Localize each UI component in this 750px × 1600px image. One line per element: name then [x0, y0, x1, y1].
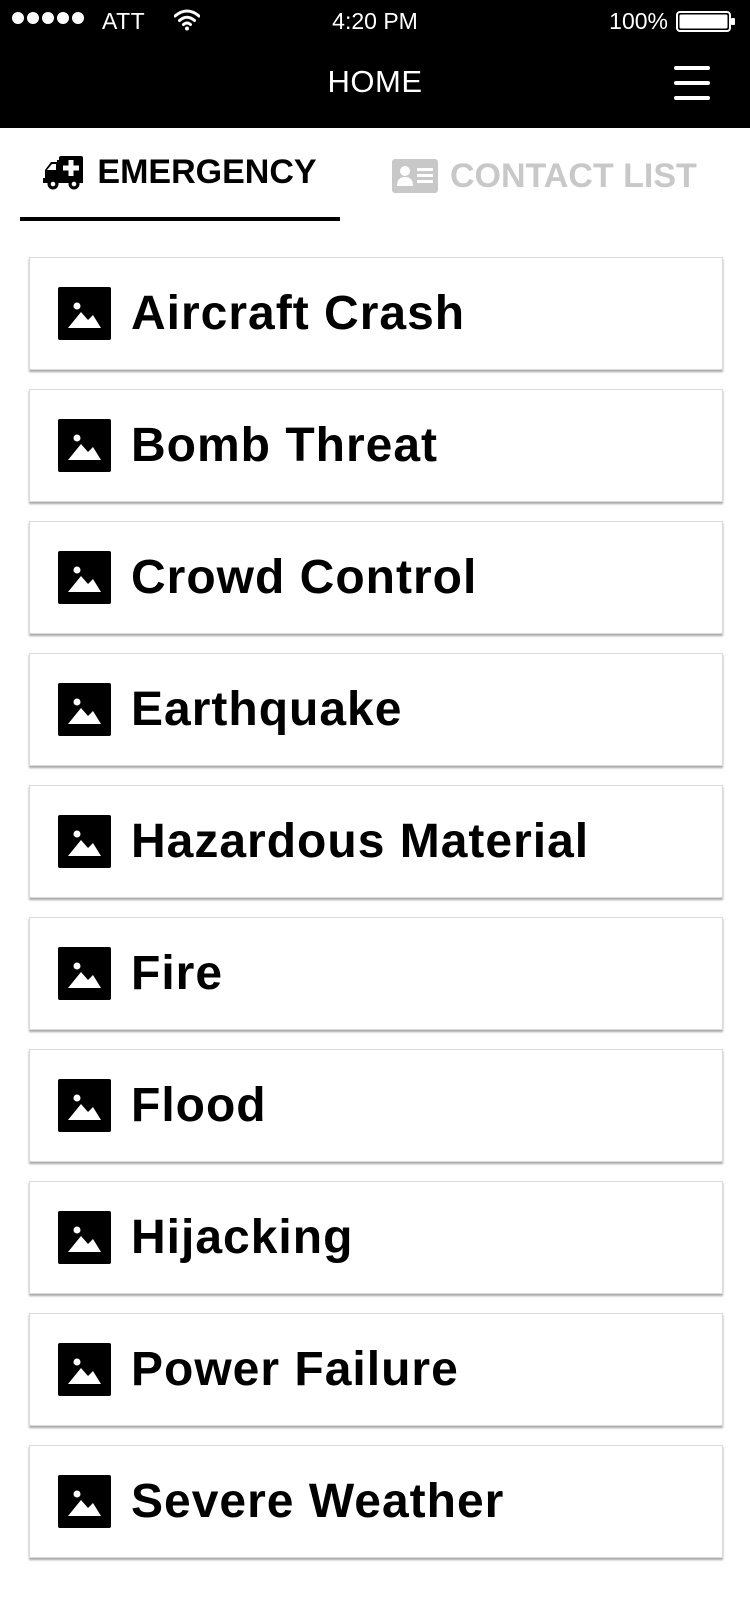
emergency-item-hijacking[interactable]: Hijacking [29, 1181, 723, 1294]
emergency-label: Power Failure [131, 1343, 459, 1396]
emergency-label: Aircraft Crash [131, 287, 466, 340]
tab-contact-list[interactable]: CONTACT LIST [392, 128, 712, 224]
image-icon [58, 287, 111, 340]
tab-emergency[interactable]: EMERGENCY [20, 128, 340, 221]
image-icon [58, 551, 111, 604]
emergency-label: Severe Weather [131, 1475, 505, 1528]
image-icon [58, 419, 111, 472]
tab-bar: EMERGENCY CONTACT LIST [0, 128, 750, 224]
emergency-label: Hazardous Material [131, 815, 590, 868]
emergency-item-aircraft-crash[interactable]: Aircraft Crash [29, 257, 723, 370]
emergency-label: Flood [131, 1079, 267, 1132]
emergency-label: Crowd Control [131, 551, 478, 604]
image-icon [58, 1211, 111, 1264]
emergency-list: Aircraft Crash Bomb Threat Crowd Control… [29, 257, 723, 1577]
emergency-label: Hijacking [131, 1211, 354, 1264]
image-icon [58, 1475, 111, 1528]
menu-button[interactable] [674, 66, 710, 100]
hamburger-icon [674, 66, 710, 70]
emergency-item-power-failure[interactable]: Power Failure [29, 1313, 723, 1426]
emergency-label: Earthquake [131, 683, 403, 736]
top-bar: ATT 4:20 PM 100% HOME [0, 0, 750, 128]
emergency-label: Fire [131, 947, 224, 1000]
emergency-item-hazardous-material[interactable]: Hazardous Material [29, 785, 723, 898]
status-bar: ATT 4:20 PM 100% [0, 0, 750, 44]
image-icon [58, 1079, 111, 1132]
emergency-item-earthquake[interactable]: Earthquake [29, 653, 723, 766]
emergency-item-fire[interactable]: Fire [29, 917, 723, 1030]
tab-emergency-label: EMERGENCY [97, 153, 317, 191]
page-title: HOME [327, 64, 423, 99]
battery-percentage: 100% [609, 8, 668, 34]
emergency-item-crowd-control[interactable]: Crowd Control [29, 521, 723, 634]
emergency-item-flood[interactable]: Flood [29, 1049, 723, 1162]
emergency-item-bomb-threat[interactable]: Bomb Threat [29, 389, 723, 502]
image-icon [58, 1343, 111, 1396]
ambulance-icon [43, 155, 84, 189]
tab-contact-list-label: CONTACT LIST [450, 156, 697, 195]
emergency-label: Bomb Threat [131, 419, 439, 472]
image-icon [58, 683, 111, 736]
emergency-item-severe-weather[interactable]: Severe Weather [29, 1445, 723, 1558]
battery-icon [676, 11, 735, 32]
contact-card-icon [392, 159, 438, 193]
image-icon [58, 815, 111, 868]
image-icon [58, 947, 111, 1000]
